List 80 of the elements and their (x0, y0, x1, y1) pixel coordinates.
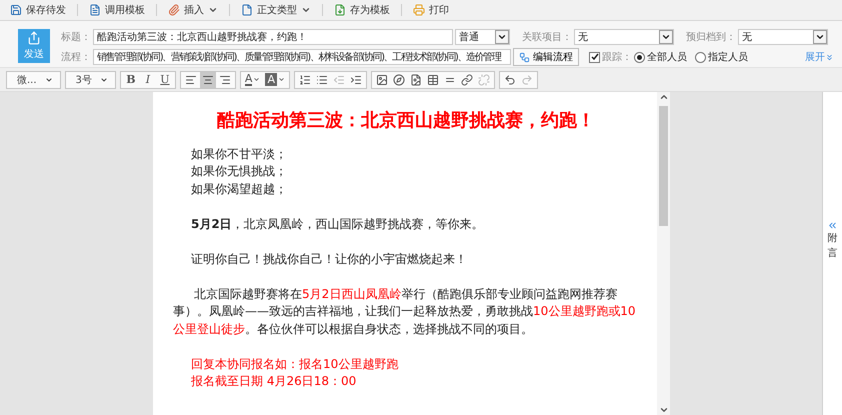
archive-label: 预归档到： (686, 30, 736, 44)
outdent-icon (332, 74, 345, 86)
text-line: 报名截至日期 4月26日18：00 (190, 373, 358, 390)
caret-icon (495, 30, 509, 44)
unlink-icon (478, 74, 490, 86)
radio-label: 指定人员 (708, 50, 748, 64)
align-center-icon (202, 74, 214, 86)
title-label: 标题： (61, 30, 91, 44)
title-field[interactable]: 酷跑活动第三波：北京西山越野挑战赛，约跑！ (93, 29, 453, 45)
flow-label: 流程： (61, 50, 91, 64)
project-select[interactable]: 无 (574, 29, 674, 45)
chevrons-left-icon (827, 220, 838, 231)
caret-icon (100, 76, 108, 84)
project-label: 关联项目： (522, 30, 572, 44)
archive-select[interactable]: 无 (738, 29, 828, 45)
toolbar-button[interactable]: 打印 (407, 1, 455, 19)
color-button[interactable]: A (242, 72, 262, 88)
color-button[interactable]: A (263, 72, 287, 88)
toolbar-button[interactable]: 存为模板 (328, 1, 396, 19)
toolbar-button[interactable] (200, 72, 216, 88)
align-left-icon (184, 74, 197, 86)
scroll-up-icon[interactable] (658, 92, 668, 102)
share-icon (27, 31, 41, 45)
indent-icon (350, 74, 362, 86)
toolbar-button[interactable] (458, 72, 475, 88)
check-icon (590, 53, 598, 61)
format-button[interactable]: B (122, 72, 139, 88)
track-label: 跟踪： (602, 50, 632, 64)
toolbar-button[interactable]: 调用模板 (83, 1, 151, 19)
text-line: 回复本协同报名如：报名10公里越野跑 (190, 356, 400, 372)
save-icon (10, 4, 22, 16)
toolbar-button[interactable]: 保存待发 (4, 1, 72, 19)
caret-icon (301, 5, 311, 15)
caret-icon (208, 5, 218, 15)
side-panel[interactable]: 附言 (822, 92, 842, 415)
chevrons-down-icon (825, 52, 834, 62)
caret-icon (659, 30, 673, 44)
document-icon (241, 4, 253, 16)
toolbar-button[interactable]: 插入 (162, 1, 224, 19)
track-checkbox[interactable] (589, 52, 600, 62)
toolbar-button[interactable]: 正文类型 (235, 1, 317, 19)
side-panel-label: 附言 (828, 232, 838, 261)
text-line: 如果你渴望超越； (190, 180, 288, 198)
flow-field[interactable]: 销售管理部(协同)、营销策划部(协同)、质量管理部(协同)、材料设备部(协同)、工程技术部(协同)、造价管理 (93, 49, 511, 65)
flow-icon (519, 52, 530, 62)
caret-icon (278, 76, 285, 83)
text-line: 证明你自己！挑战你自己！让你的小宇宙燃烧起来！ (190, 250, 468, 268)
document-image-icon (410, 74, 422, 86)
radio-button[interactable] (634, 52, 645, 62)
document-title: 酷跑活动第三波：北京西山越野挑战赛，约跑！ (216, 112, 596, 130)
edit-flow-button[interactable]: 编辑流程 (513, 48, 579, 66)
compass-icon (392, 74, 405, 86)
priority-select[interactable]: 普通 (455, 29, 510, 45)
scrollbar[interactable] (657, 92, 670, 415)
table-icon (426, 74, 439, 86)
format-button[interactable]: I (140, 72, 156, 88)
save-document-icon (334, 4, 346, 16)
text-line: 如果你无惧挑战； (190, 163, 288, 180)
paperclip-icon (168, 4, 180, 16)
font-select[interactable]: 微... (9, 72, 58, 88)
image-icon (376, 74, 388, 86)
caret-icon (813, 30, 827, 44)
link-icon (460, 74, 473, 86)
scroll-down-icon[interactable] (658, 405, 668, 415)
caret-icon (44, 76, 53, 84)
redo-icon (520, 74, 533, 86)
numbered-list-icon (298, 74, 311, 86)
format-button[interactable]: U (156, 72, 173, 88)
font-select[interactable]: 3号 (68, 72, 113, 88)
paragraph: 北京国际越野赛将在5月2日西山凤凰岭举行（酷跑俱乐部专业顾问益跑网推荐赛事）。凤凰岭——致远的吉祥福地，让我们一起释放热爱，勇敢挑战10公里越野跑或10公里登山徒步。各位伙伴可以根据自身状态，选择挑战不同的项目。 (173, 286, 637, 338)
text-line: 5月2日，北京凤凰岭，西山国际越野挑战赛，等你来。 (190, 216, 485, 232)
radio-button[interactable] (695, 52, 706, 62)
toolbar-button[interactable] (390, 72, 407, 88)
undo-icon (504, 74, 516, 86)
printer-icon (413, 4, 425, 16)
align-right-icon (218, 74, 231, 86)
radio-label: 全部人员 (647, 50, 687, 64)
text-line: 如果你不甘平淡； (190, 146, 288, 162)
caret-icon (253, 76, 260, 83)
document-icon (89, 4, 101, 16)
